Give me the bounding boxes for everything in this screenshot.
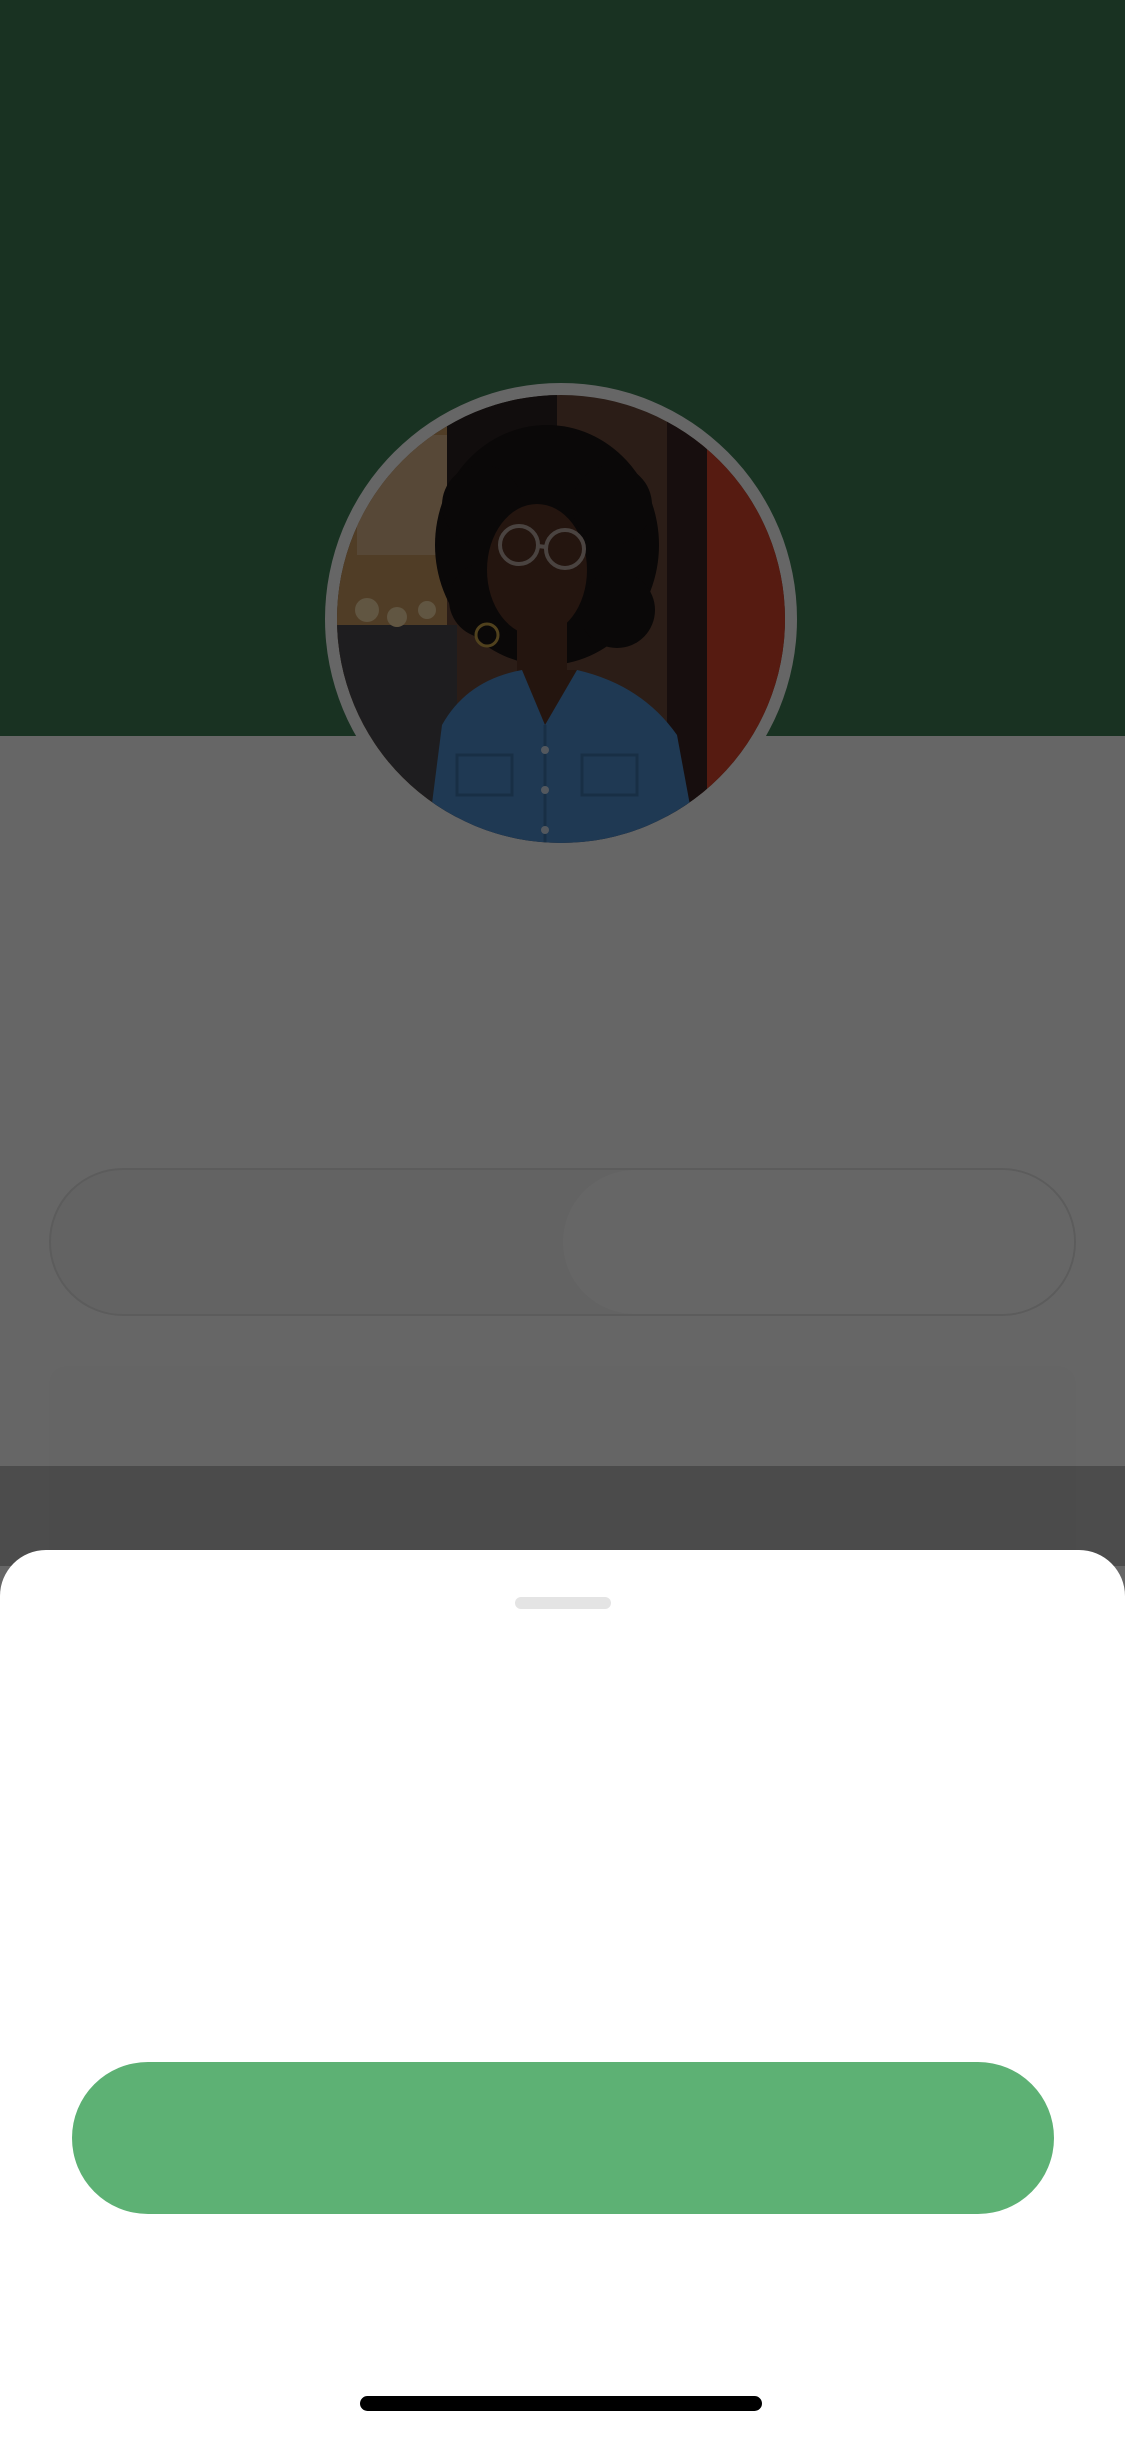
primary-action-button[interactable] [72, 2062, 1054, 2214]
sheet-drag-handle[interactable] [515, 1597, 611, 1609]
bottom-sheet [0, 1550, 1125, 2439]
screen [0, 0, 1125, 2439]
home-indicator[interactable] [360, 2396, 762, 2411]
